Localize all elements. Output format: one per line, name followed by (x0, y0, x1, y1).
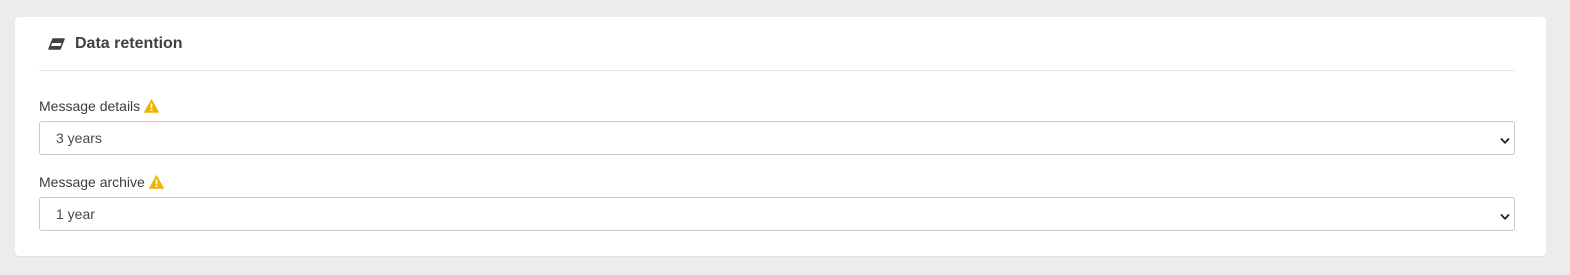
message-archive-label: Message archive (39, 173, 1515, 191)
chevron-down-icon (1500, 133, 1510, 144)
message-details-label: Message details (39, 97, 1515, 115)
message-details-field: Message details 3 years (39, 97, 1515, 155)
message-details-select[interactable]: 3 years (39, 121, 1515, 155)
message-archive-select[interactable]: 1 year (39, 197, 1515, 231)
message-details-label-text: Message details (39, 98, 141, 114)
eraser-icon (48, 37, 65, 50)
warning-icon (148, 175, 164, 189)
message-archive-selected-value: 1 year (56, 206, 95, 222)
warning-icon (144, 99, 160, 113)
message-archive-field: Message archive 1 year (39, 173, 1515, 231)
section-title: Data retention (75, 35, 183, 52)
chevron-down-icon (1500, 209, 1510, 220)
message-archive-label-text: Message archive (39, 174, 145, 190)
message-details-selected-value: 3 years (56, 130, 102, 146)
data-retention-card: Data retention Message details 3 years M… (15, 17, 1546, 256)
card-header: Data retention (39, 17, 1515, 71)
